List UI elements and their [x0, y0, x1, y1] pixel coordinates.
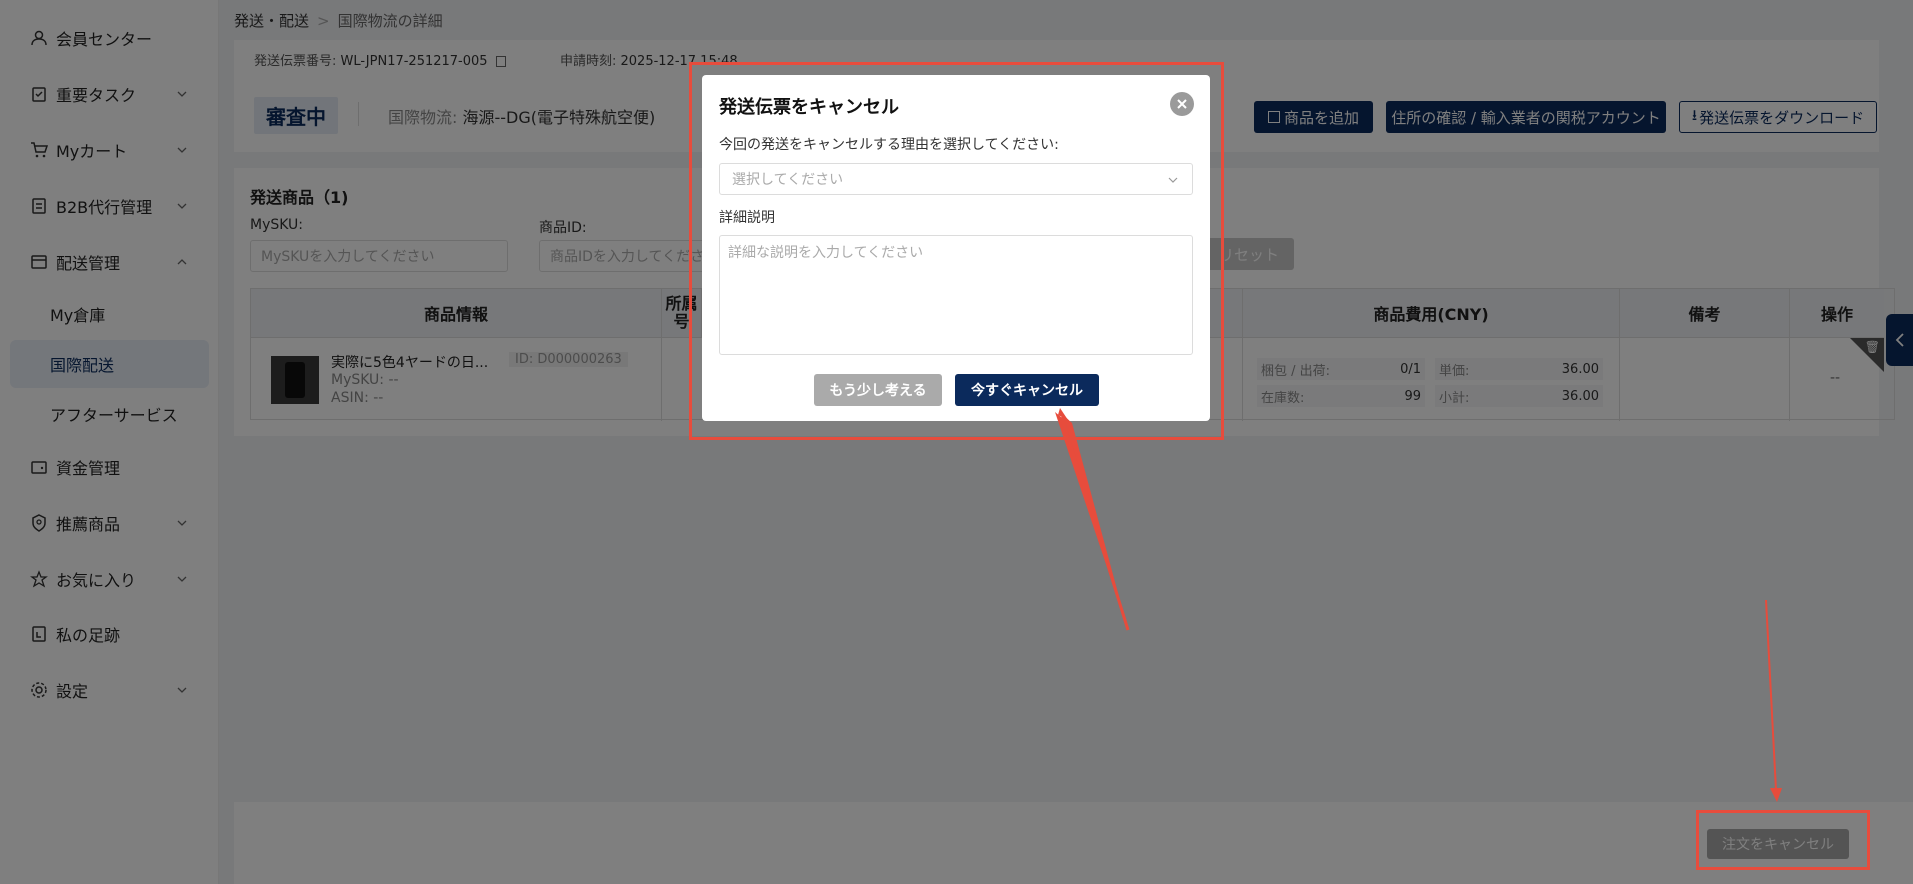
annotation-box-modal: [689, 62, 1224, 440]
annotation-box-cancel-order: [1696, 810, 1870, 870]
